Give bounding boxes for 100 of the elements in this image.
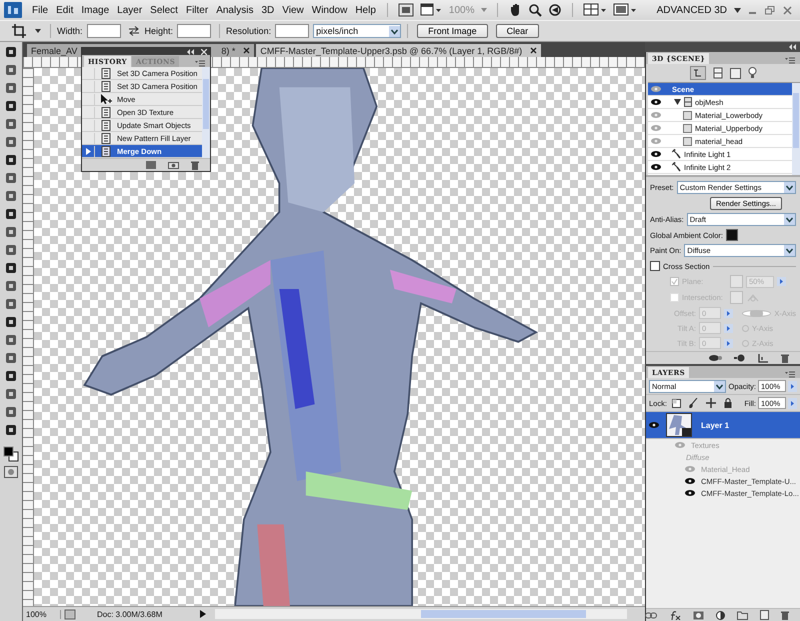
status-menu-arrow-icon[interactable] <box>200 610 206 618</box>
menu-item[interactable]: Image <box>77 4 114 16</box>
adjustment-icon[interactable] <box>716 610 725 620</box>
document-size: Doc: 3.00M/3.68M <box>96 610 164 618</box>
units-dropdown[interactable]: pixels/inch <box>313 24 402 38</box>
vertical-scrollbar[interactable] <box>202 67 210 158</box>
light-icon <box>672 162 681 172</box>
color-swatches-icon[interactable] <box>3 446 19 462</box>
trash-icon[interactable] <box>781 610 789 620</box>
tool-preset-caret-icon[interactable] <box>35 29 41 33</box>
trash-icon[interactable] <box>191 160 199 170</box>
layer-row[interactable]: Layer 1 <box>646 412 800 439</box>
brush-icon[interactable] <box>688 398 698 408</box>
panel-menu-icon[interactable] <box>785 371 795 378</box>
mask-icon[interactable] <box>693 610 704 620</box>
menu-item[interactable]: Select <box>146 4 182 16</box>
horizontal-scrollbar[interactable] <box>215 609 627 619</box>
bridge-icon[interactable] <box>398 3 414 17</box>
light-icon <box>672 149 681 159</box>
panel-menu-icon[interactable] <box>785 57 795 64</box>
camera-icon[interactable] <box>168 161 179 169</box>
rotate-view-icon[interactable] <box>548 3 562 17</box>
plane-checkbox[interactable] <box>670 277 679 286</box>
option-button[interactable]: Front Image <box>417 24 488 38</box>
cross-section-checkbox[interactable] <box>650 261 660 271</box>
width-field[interactable] <box>86 24 121 38</box>
lock-transparency-icon[interactable] <box>672 398 681 408</box>
move-arrows-icon[interactable] <box>706 398 716 408</box>
eye-icon[interactable] <box>651 151 661 157</box>
axis-radio[interactable] <box>742 340 749 346</box>
folder-icon[interactable] <box>737 610 748 620</box>
quick-mask-icon[interactable] <box>4 466 18 478</box>
slider-arrow-icon[interactable] <box>777 277 786 286</box>
scene-filter-icon[interactable] <box>690 66 706 80</box>
document-tab[interactable]: CMFF-Master_Template-Upper3.psb @ 66.7% (Layer 1, RGB/8#) <box>256 44 542 57</box>
zoom-dropdown-caret-icon[interactable] <box>481 8 488 12</box>
close-icon[interactable] <box>243 47 250 54</box>
screen-mode-icon[interactable] <box>613 3 638 17</box>
eye-icon[interactable] <box>649 422 659 428</box>
expand-triangle-icon[interactable] <box>674 99 681 105</box>
slider-arrow-icon[interactable] <box>788 398 797 408</box>
resolution-label: Resolution: <box>226 26 272 36</box>
intersection-checkbox[interactable] <box>670 293 679 302</box>
fx-icon[interactable] <box>669 610 681 620</box>
slider-arrow-icon[interactable] <box>788 380 797 392</box>
menu-item[interactable]: Help <box>351 4 380 16</box>
swap-arrows-icon[interactable] <box>128 26 140 36</box>
axis-radio[interactable] <box>742 324 749 332</box>
vertical-scrollbar[interactable] <box>792 83 800 175</box>
menu-item[interactable]: View <box>278 4 308 16</box>
height-field[interactable] <box>177 24 212 38</box>
menu-item[interactable]: Window <box>308 4 352 16</box>
menu-item[interactable]: Analysis <box>212 4 258 16</box>
workspace-caret-icon[interactable] <box>734 8 741 12</box>
menu-item[interactable]: 3D <box>257 4 278 16</box>
ambient-color-swatch[interactable] <box>726 229 738 241</box>
axis-radio[interactable] <box>742 310 772 316</box>
option-button[interactable]: Clear <box>496 24 540 38</box>
dropdown-caret-icon <box>784 182 795 193</box>
document-icon <box>100 146 112 156</box>
menu-item[interactable]: Edit <box>52 4 78 16</box>
eye-light-icon[interactable] <box>708 354 722 362</box>
link-icon[interactable] <box>645 612 657 618</box>
layer-thumbnail <box>666 413 692 437</box>
slider-arrow-icon[interactable] <box>724 338 733 348</box>
history-source-marker-icon <box>86 148 90 154</box>
view-extras-icon[interactable] <box>420 3 442 17</box>
new-layer-icon[interactable] <box>760 610 769 620</box>
material-filter-icon[interactable] <box>730 68 740 78</box>
mesh-filter-icon[interactable] <box>712 67 722 79</box>
eye-icon[interactable] <box>685 478 695 484</box>
panel-menu-icon[interactable] <box>195 60 205 67</box>
bulb-icon[interactable] <box>734 354 746 362</box>
dropdown-caret-icon <box>784 214 795 225</box>
checkmark-icon <box>671 278 678 285</box>
collapse-panel-icon[interactable] <box>789 44 797 50</box>
light-bulb-icon[interactable] <box>748 67 756 79</box>
close-icon[interactable] <box>530 47 538 54</box>
restore-icon[interactable] <box>765 6 775 14</box>
zoom-percentage[interactable]: 100% <box>23 610 61 618</box>
slider-arrow-icon[interactable] <box>724 324 733 332</box>
intersection-color-swatch[interactable] <box>730 291 743 304</box>
workspace-switcher[interactable]: ADVANCED 3D <box>656 4 727 16</box>
trash-icon[interactable] <box>781 354 789 362</box>
lock-icon[interactable] <box>724 398 732 408</box>
plane-color-swatch[interactable] <box>730 275 743 288</box>
height-label: Height: <box>144 26 174 36</box>
status-info-icon[interactable] <box>64 608 76 620</box>
menu-item[interactable]: File <box>28 4 52 16</box>
document-icon <box>100 120 112 130</box>
menu-item[interactable]: Layer <box>113 4 146 16</box>
zoom-icon[interactable] <box>528 3 542 17</box>
arrange-documents-icon[interactable] <box>583 3 608 17</box>
ground-plane-icon[interactable] <box>758 354 769 362</box>
eye-icon[interactable] <box>651 164 661 170</box>
eye-icon[interactable] <box>685 490 695 496</box>
resolution-field[interactable] <box>275 24 310 38</box>
eye-icon[interactable] <box>651 99 661 105</box>
menu-item[interactable]: Filter <box>182 4 212 16</box>
slider-arrow-icon[interactable] <box>724 308 733 318</box>
